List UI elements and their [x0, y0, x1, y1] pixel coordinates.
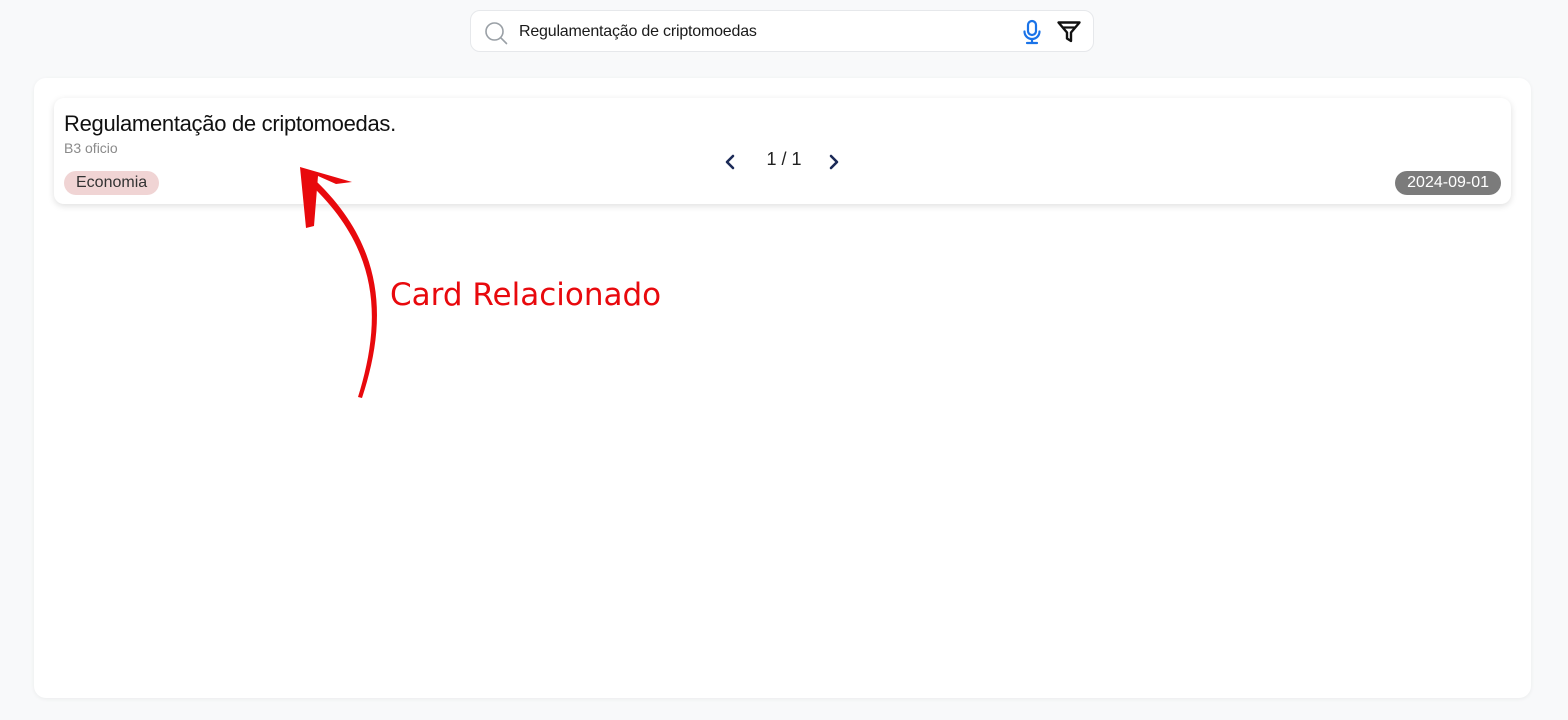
search-icon: [485, 22, 508, 45]
chevron-left-icon[interactable]: [720, 152, 740, 172]
date-badge: 2024-09-01: [1395, 171, 1501, 195]
pagination: 1 / 1: [714, 146, 854, 176]
annotation-label: Card Relacionado: [390, 277, 662, 313]
search-input[interactable]: [519, 19, 999, 45]
annotation-arrow-icon: [300, 167, 377, 398]
mic-icon[interactable]: [1019, 19, 1045, 45]
chevron-right-icon[interactable]: [824, 152, 844, 172]
card-source: B3 oficio: [64, 140, 118, 156]
page: Regulamentação de criptomoedas. B3 ofici…: [0, 0, 1568, 720]
page-indicator: 1 / 1: [766, 149, 802, 169]
category-tag: Economia: [64, 171, 160, 195]
filter-icon[interactable]: [1056, 19, 1082, 45]
search-bar: [470, 10, 1094, 52]
card-title: Regulamentação de criptomoedas.: [64, 111, 396, 136]
